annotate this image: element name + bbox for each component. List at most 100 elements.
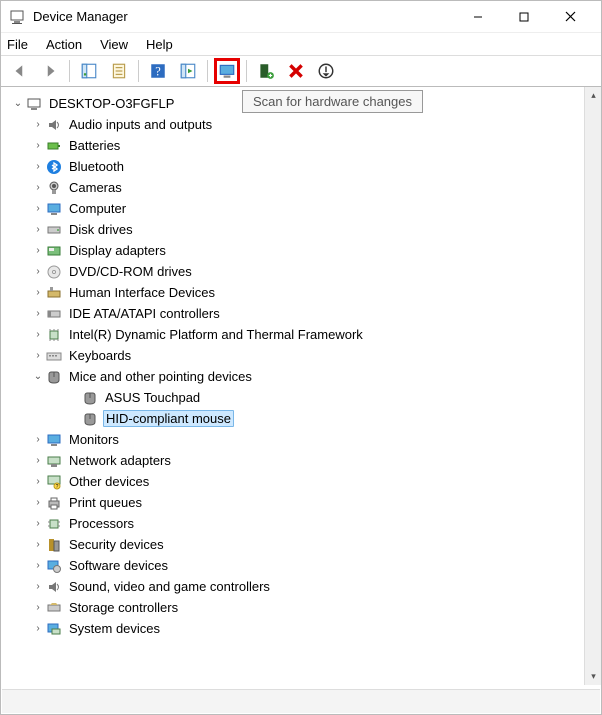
mouse-icon xyxy=(45,369,63,385)
vertical-scrollbar[interactable]: ▴ ▾ xyxy=(584,87,601,685)
tree-container: ⌄ DESKTOP-O3FGFLP › Audio inputs and out… xyxy=(1,87,601,685)
minimize-button[interactable] xyxy=(455,2,501,32)
toolbar-separator xyxy=(246,60,247,82)
caret-collapsed-icon[interactable]: › xyxy=(31,434,45,445)
properties-button[interactable] xyxy=(106,58,132,84)
tree-item-monitors[interactable]: › Monitors xyxy=(9,429,582,450)
caret-collapsed-icon[interactable]: › xyxy=(31,182,45,193)
caret-collapsed-icon[interactable]: › xyxy=(31,329,45,340)
caret-collapsed-icon[interactable]: › xyxy=(31,455,45,466)
add-legacy-hardware-button[interactable] xyxy=(253,58,279,84)
tree-item-processors[interactable]: › Processors xyxy=(9,513,582,534)
tree-item-intel[interactable]: › Intel(R) Dynamic Platform and Thermal … xyxy=(9,324,582,345)
tree-item-hid-mouse[interactable]: · HID-compliant mouse xyxy=(9,408,582,429)
caret-collapsed-icon[interactable]: › xyxy=(31,602,45,613)
menu-action[interactable]: Action xyxy=(46,37,82,52)
mouse-icon xyxy=(81,390,99,406)
disk-icon xyxy=(45,222,63,238)
tree-item-sound[interactable]: › Sound, video and game controllers xyxy=(9,576,582,597)
chip-icon xyxy=(45,327,63,343)
tree-item-keyboards[interactable]: › Keyboards xyxy=(9,345,582,366)
battery-icon xyxy=(45,138,63,154)
tree-item-storage[interactable]: › Storage controllers xyxy=(9,597,582,618)
mouse-icon xyxy=(81,411,99,427)
scan-hardware-changes-button[interactable] xyxy=(214,58,240,84)
scroll-up-button[interactable]: ▴ xyxy=(585,87,602,104)
network-icon xyxy=(45,453,63,469)
forward-button[interactable] xyxy=(37,58,63,84)
caret-collapsed-icon[interactable]: › xyxy=(31,308,45,319)
svg-text:?: ? xyxy=(155,65,161,79)
monitor-icon xyxy=(45,201,63,217)
tree-item-ide[interactable]: › IDE ATA/ATAPI controllers xyxy=(9,303,582,324)
tree-item-system[interactable]: › System devices xyxy=(9,618,582,639)
maximize-button[interactable] xyxy=(501,2,547,32)
tree-item-audio[interactable]: › Audio inputs and outputs xyxy=(9,114,582,135)
menu-file[interactable]: File xyxy=(7,37,28,52)
caret-collapsed-icon[interactable]: › xyxy=(31,161,45,172)
tree-item-print[interactable]: › Print queues xyxy=(9,492,582,513)
speaker-icon xyxy=(45,117,63,133)
caret-expanded-icon[interactable]: ⌄ xyxy=(11,98,25,109)
app-icon xyxy=(9,9,25,25)
caret-collapsed-icon[interactable]: › xyxy=(31,203,45,214)
caret-collapsed-icon[interactable]: › xyxy=(31,287,45,298)
caret-collapsed-icon[interactable]: › xyxy=(31,350,45,361)
tree-item-network[interactable]: › Network adapters xyxy=(9,450,582,471)
disable-device-button[interactable] xyxy=(313,58,339,84)
caret-collapsed-icon[interactable]: › xyxy=(31,623,45,634)
monitor-icon xyxy=(45,432,63,448)
close-button[interactable] xyxy=(547,2,593,32)
show-hide-console-tree-button[interactable] xyxy=(76,58,102,84)
tree-item-disk[interactable]: › Disk drives xyxy=(9,219,582,240)
caret-expanded-icon[interactable]: ⌄ xyxy=(31,371,45,382)
caret-collapsed-icon[interactable]: › xyxy=(31,224,45,235)
menu-view[interactable]: View xyxy=(100,37,128,52)
display-adapter-icon xyxy=(45,243,63,259)
caret-collapsed-icon[interactable]: › xyxy=(31,539,45,550)
processor-icon xyxy=(45,516,63,532)
scroll-down-button[interactable]: ▾ xyxy=(585,668,602,685)
sound-icon xyxy=(45,579,63,595)
tree-item-batteries[interactable]: › Batteries xyxy=(9,135,582,156)
ide-icon xyxy=(45,306,63,322)
tree-item-hid[interactable]: › Human Interface Devices xyxy=(9,282,582,303)
tree-item-security[interactable]: › Security devices xyxy=(9,534,582,555)
tree-item-mice[interactable]: ⌄ Mice and other pointing devices xyxy=(9,366,582,387)
tree-item-other[interactable]: › ? Other devices xyxy=(9,471,582,492)
caret-collapsed-icon[interactable]: › xyxy=(31,245,45,256)
tree-item-cameras[interactable]: › Cameras xyxy=(9,177,582,198)
caret-collapsed-icon[interactable]: › xyxy=(31,518,45,529)
titlebar: Device Manager xyxy=(1,1,601,33)
hid-icon xyxy=(45,285,63,301)
help-button[interactable]: ? xyxy=(145,58,171,84)
printer-icon xyxy=(45,495,63,511)
menu-help[interactable]: Help xyxy=(146,37,173,52)
security-icon xyxy=(45,537,63,553)
back-button[interactable] xyxy=(7,58,33,84)
tree-item-bluetooth[interactable]: › Bluetooth xyxy=(9,156,582,177)
caret-collapsed-icon[interactable]: › xyxy=(31,497,45,508)
tree-item-asus-touchpad[interactable]: · ASUS Touchpad xyxy=(9,387,582,408)
tree-item-display[interactable]: › Display adapters xyxy=(9,240,582,261)
caret-collapsed-icon[interactable]: › xyxy=(31,140,45,151)
tree-item-software[interactable]: › Software devices xyxy=(9,555,582,576)
uninstall-device-button[interactable] xyxy=(283,58,309,84)
tree-item-dvd[interactable]: › DVD/CD-ROM drives xyxy=(9,261,582,282)
action-button[interactable] xyxy=(175,58,201,84)
caret-collapsed-icon[interactable]: › xyxy=(31,476,45,487)
device-tree: ⌄ DESKTOP-O3FGFLP › Audio inputs and out… xyxy=(1,87,584,685)
toolbar-separator xyxy=(69,60,70,82)
dvd-icon xyxy=(45,264,63,280)
caret-collapsed-icon[interactable]: › xyxy=(31,119,45,130)
caret-collapsed-icon[interactable]: › xyxy=(31,560,45,571)
toolbar-separator xyxy=(207,60,208,82)
computer-icon xyxy=(25,96,43,112)
tree-item-computer[interactable]: › Computer xyxy=(9,198,582,219)
menubar: File Action View Help xyxy=(1,33,601,55)
caret-collapsed-icon[interactable]: › xyxy=(31,581,45,592)
bluetooth-icon xyxy=(45,159,63,175)
caret-collapsed-icon[interactable]: › xyxy=(31,266,45,277)
svg-text:?: ? xyxy=(56,484,59,490)
keyboard-icon xyxy=(45,348,63,364)
